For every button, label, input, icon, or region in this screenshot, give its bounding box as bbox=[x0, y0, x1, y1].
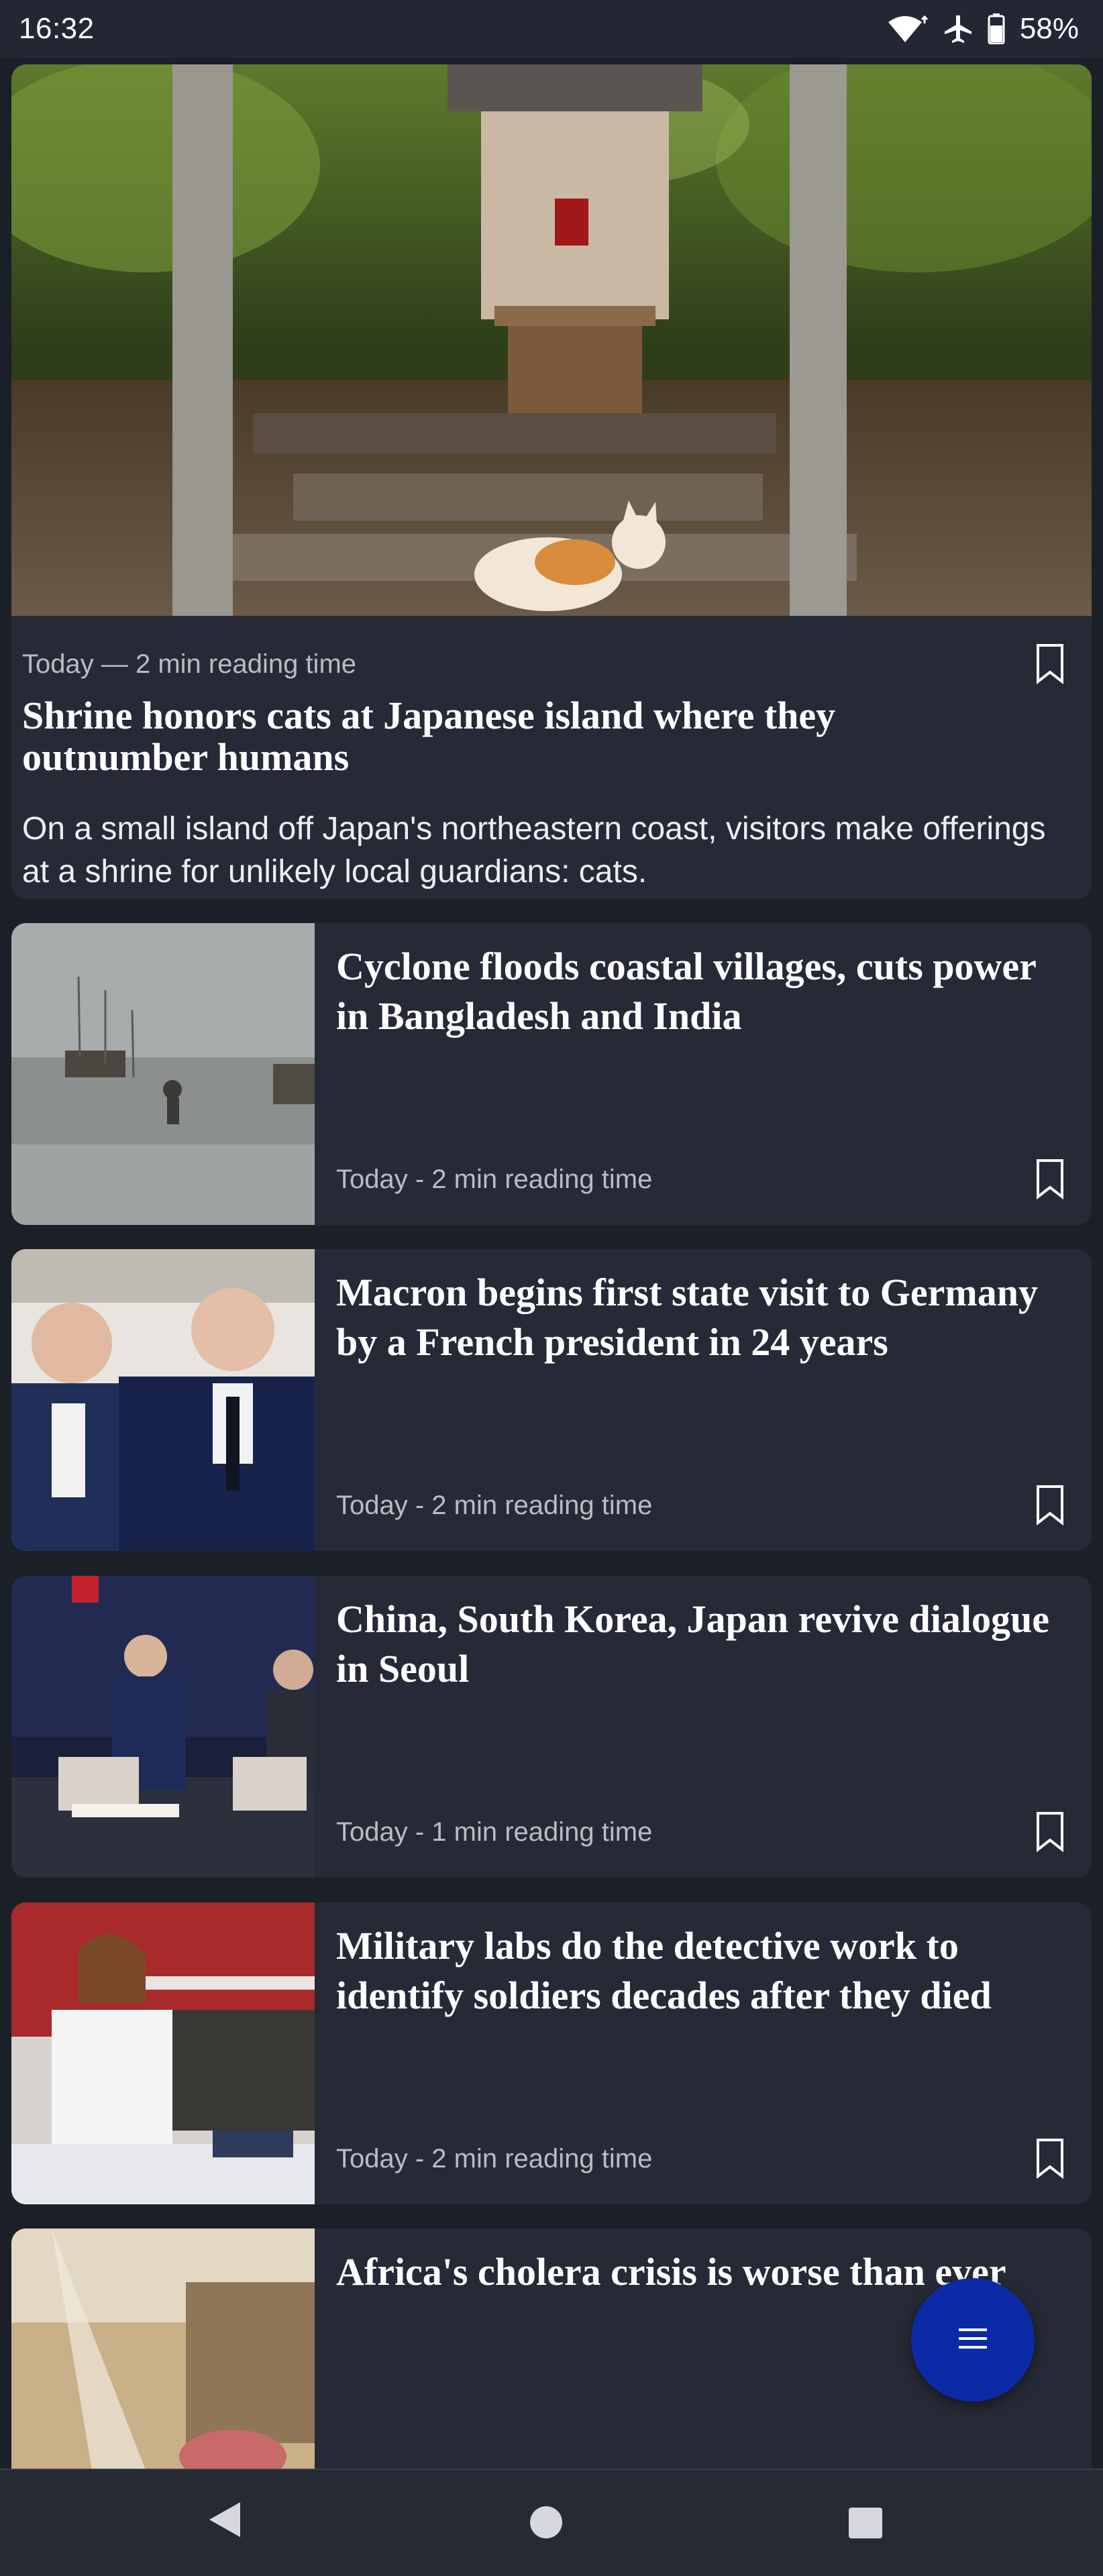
hero-article-card[interactable]: Today — 2 min reading time Shrine honors… bbox=[11, 64, 1092, 899]
recents-icon[interactable] bbox=[847, 2506, 884, 2543]
article-card[interactable]: Military labs do the detective work to i… bbox=[11, 1902, 1092, 2204]
article-title[interactable]: Macron begins first state visit to Germa… bbox=[336, 1268, 1067, 1367]
status-icons: 58% bbox=[887, 12, 1079, 46]
hero-meta: Today — 2 min reading time bbox=[22, 649, 357, 679]
article-meta: Today - 1 min reading time bbox=[336, 1817, 653, 1847]
article-card[interactable]: Macron begins first state visit to Germa… bbox=[11, 1249, 1092, 1551]
article-thumbnail bbox=[11, 1576, 315, 1878]
hero-summary: On a small island off Japan's northeaste… bbox=[22, 811, 1046, 890]
status-time: 16:32 bbox=[19, 12, 95, 45]
hero-image bbox=[11, 64, 1092, 616]
hero-title[interactable]: Shrine honors cats at Japanese island wh… bbox=[22, 695, 988, 778]
article-title[interactable]: Military labs do the detective work to i… bbox=[336, 1921, 1067, 2021]
bookmark-icon[interactable] bbox=[1031, 2137, 1069, 2180]
battery-percent: 58% bbox=[1019, 12, 1079, 45]
status-bar: 16:32 58% bbox=[0, 0, 1103, 58]
menu-fab[interactable] bbox=[911, 2278, 1035, 2402]
back-icon[interactable] bbox=[207, 2500, 243, 2543]
article-card[interactable]: China, South Korea, Japan revive dialogu… bbox=[11, 1576, 1092, 1878]
bookmark-icon[interactable] bbox=[1031, 1158, 1069, 1201]
bookmark-icon[interactable] bbox=[1031, 1811, 1069, 1854]
article-title[interactable]: China, South Korea, Japan revive dialogu… bbox=[336, 1595, 1067, 1694]
bookmark-icon[interactable] bbox=[1031, 643, 1069, 686]
article-card[interactable]: Cyclone floods coastal villages, cuts po… bbox=[11, 923, 1092, 1225]
article-thumbnail bbox=[11, 1902, 315, 2204]
article-thumbnail bbox=[11, 2229, 315, 2469]
article-meta: Today - 2 min reading time bbox=[336, 2144, 653, 2174]
menu-icon bbox=[957, 2326, 988, 2355]
battery-icon bbox=[988, 13, 1005, 44]
wifi-icon bbox=[887, 14, 929, 44]
article-meta: Today - 2 min reading time bbox=[336, 1165, 653, 1194]
article-thumbnail bbox=[11, 923, 315, 1225]
article-meta: Today - 2 min reading time bbox=[336, 1491, 653, 1520]
article-thumbnail bbox=[11, 1249, 315, 1551]
article-title[interactable]: Cyclone floods coastal villages, cuts po… bbox=[336, 942, 1067, 1041]
navigation-bar bbox=[0, 2469, 1103, 2576]
home-icon[interactable] bbox=[529, 2505, 564, 2543]
bookmark-icon[interactable] bbox=[1031, 1484, 1069, 1527]
news-feed[interactable]: Today — 2 min reading time Shrine honors… bbox=[0, 58, 1103, 2469]
airplane-mode-icon bbox=[943, 14, 973, 44]
